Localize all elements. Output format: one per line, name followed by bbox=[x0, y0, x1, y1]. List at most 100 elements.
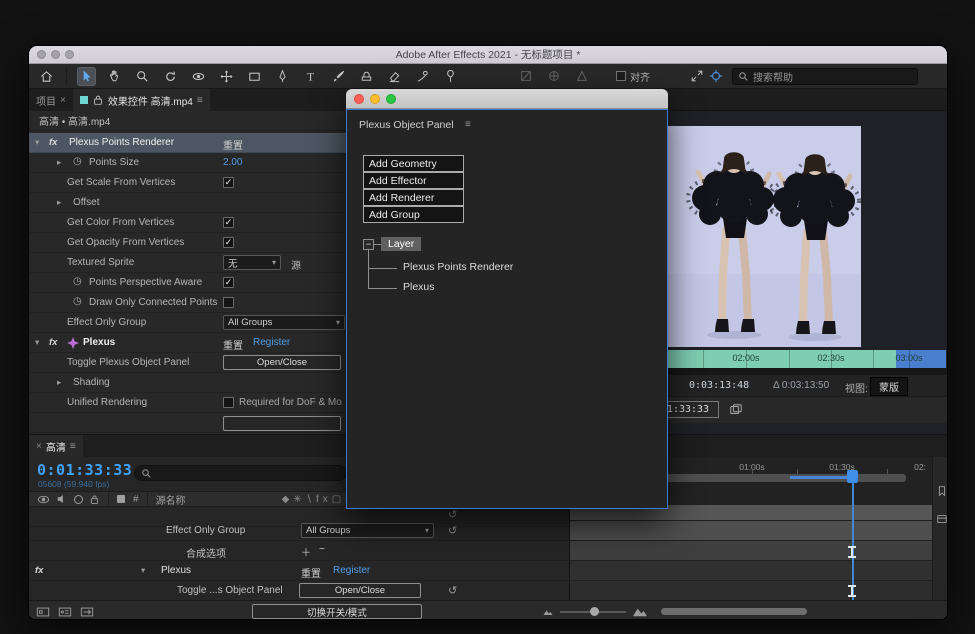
chevron-down-icon[interactable]: ▾ bbox=[35, 137, 39, 148]
checkbox-checked[interactable]: ✓ bbox=[223, 217, 234, 228]
stopwatch-icon[interactable]: ◷ bbox=[73, 276, 82, 287]
timeline-search-input[interactable] bbox=[134, 465, 347, 481]
open-close-button[interactable]: Open/Close bbox=[223, 355, 341, 370]
close-icon[interactable]: × bbox=[60, 95, 66, 106]
track-options-icon[interactable] bbox=[936, 513, 948, 525]
index-column-icon[interactable]: # bbox=[133, 494, 139, 505]
reset-param-icon[interactable]: ↺ bbox=[448, 508, 457, 521]
toggle-view-icon[interactable] bbox=[729, 403, 743, 417]
hand-tool-icon[interactable] bbox=[106, 68, 123, 85]
selection-tool-icon[interactable] bbox=[78, 68, 95, 85]
checkbox-checked[interactable]: ✓ bbox=[223, 237, 234, 248]
tree-collapse-icon[interactable]: − bbox=[363, 239, 374, 250]
register-link[interactable]: Register bbox=[253, 337, 290, 348]
panel-menu-icon[interactable]: ≡ bbox=[465, 119, 471, 130]
pen-tool-icon[interactable] bbox=[274, 68, 291, 85]
playhead-handle[interactable] bbox=[847, 470, 858, 483]
tab-comp-timeline[interactable]: × 高清 ≡ bbox=[29, 435, 83, 457]
track-row[interactable] bbox=[570, 521, 932, 541]
align-checkbox[interactable] bbox=[616, 71, 626, 81]
track-row[interactable] bbox=[570, 581, 932, 601]
chevron-right-icon[interactable]: ▸ bbox=[57, 197, 61, 208]
rotate-tool-icon[interactable] bbox=[162, 68, 179, 85]
chevron-right-icon[interactable]: ▸ bbox=[57, 157, 61, 168]
viewer-current-time[interactable]: 0:03:13:48 bbox=[689, 380, 749, 391]
help-search-input[interactable]: 搜索帮助 bbox=[732, 68, 918, 85]
comp-marker-bin-icon[interactable] bbox=[936, 485, 948, 497]
zoom-in-mountain-icon[interactable] bbox=[632, 604, 647, 619]
add-renderer-button[interactable]: Add Renderer bbox=[363, 189, 464, 206]
float-zoom-button[interactable] bbox=[386, 94, 396, 104]
track-row[interactable] bbox=[570, 561, 932, 581]
puppet-pin-tool-icon[interactable] bbox=[442, 68, 459, 85]
eye-column-icon[interactable] bbox=[37, 493, 50, 506]
effect-only-group-dropdown[interactable]: All Groups ▾ bbox=[223, 315, 345, 330]
panel-menu-icon[interactable]: ≡ bbox=[197, 95, 203, 106]
source-name-column[interactable]: 源名称 bbox=[156, 492, 186, 507]
timeline-current-time[interactable]: 0:01:33:33 bbox=[37, 461, 132, 479]
reset-link[interactable]: 重置 bbox=[223, 137, 243, 152]
timeline-zoom-slider[interactable] bbox=[560, 611, 626, 613]
checkbox-checked[interactable]: ✓ bbox=[223, 177, 234, 188]
fx-badge-icon[interactable]: fx bbox=[49, 137, 57, 148]
lock-column-icon[interactable] bbox=[89, 494, 100, 505]
remove-option-icon[interactable]: − bbox=[319, 544, 325, 555]
shape-tool-icon[interactable] bbox=[246, 68, 263, 85]
float-minimize-button[interactable] bbox=[370, 94, 380, 104]
roto-brush-tool-icon[interactable] bbox=[414, 68, 431, 85]
textured-sprite-dropdown[interactable]: 无 ▾ bbox=[223, 255, 281, 270]
window-zoom-button[interactable] bbox=[65, 50, 74, 59]
stopwatch-icon[interactable]: ◷ bbox=[73, 296, 82, 307]
tab-effect-controls[interactable]: 效果控件 高清.mp4 ≡ bbox=[73, 89, 210, 111]
add-effector-button[interactable]: Add Effector bbox=[363, 172, 464, 189]
workspace-expand-icon[interactable] bbox=[688, 68, 705, 85]
camera-tool-icon[interactable] bbox=[190, 68, 207, 85]
effect-header-plexus[interactable]: ▾ fx Plexus 重置 Register bbox=[29, 333, 348, 353]
stopwatch-icon[interactable]: ◷ bbox=[73, 156, 82, 167]
track-row[interactable] bbox=[570, 541, 932, 561]
align-toggle[interactable]: 对齐 bbox=[616, 69, 650, 84]
fx-badge-icon[interactable]: fx bbox=[35, 565, 43, 576]
search-target-icon[interactable] bbox=[707, 68, 724, 85]
tree-root-layer[interactable]: Layer bbox=[381, 237, 421, 251]
fx-badge-icon[interactable]: fx bbox=[49, 337, 57, 348]
expand-transfer-controls-icon[interactable] bbox=[58, 605, 72, 619]
expand-inout-panes-icon[interactable] bbox=[80, 605, 94, 619]
reset-link[interactable]: 重置 bbox=[223, 337, 243, 352]
brush-tool-icon[interactable] bbox=[330, 68, 347, 85]
register-link[interactable]: Register bbox=[333, 565, 370, 576]
audio-column-icon[interactable] bbox=[56, 493, 68, 505]
tree-node-points-renderer[interactable]: Plexus Points Renderer bbox=[403, 261, 513, 273]
points-size-value[interactable]: 2.00 bbox=[223, 157, 242, 168]
lock-icon[interactable] bbox=[92, 94, 104, 106]
zoom-out-mountain-icon[interactable] bbox=[542, 606, 554, 618]
horizontal-scrollbar[interactable] bbox=[661, 608, 807, 615]
float-close-button[interactable] bbox=[354, 94, 364, 104]
eraser-tool-icon[interactable] bbox=[386, 68, 403, 85]
pan-behind-tool-icon[interactable] bbox=[218, 68, 235, 85]
chevron-down-icon[interactable]: ▾ bbox=[141, 565, 145, 576]
home-icon[interactable] bbox=[38, 68, 55, 85]
label-column-icon[interactable] bbox=[117, 495, 125, 503]
view-mode-dropdown[interactable]: 蒙版 bbox=[870, 377, 908, 396]
clone-stamp-tool-icon[interactable] bbox=[358, 68, 375, 85]
all-groups-dropdown[interactable]: All Groups ▾ bbox=[301, 523, 434, 538]
tree-node-plexus[interactable]: Plexus bbox=[403, 281, 435, 293]
toggle-switches-modes-button[interactable]: 切换开关/模式 bbox=[252, 604, 422, 619]
type-tool-icon[interactable]: T bbox=[302, 68, 319, 85]
add-geometry-button[interactable]: Add Geometry bbox=[363, 155, 464, 172]
close-icon[interactable]: × bbox=[36, 441, 42, 452]
checkbox-unchecked[interactable] bbox=[223, 297, 234, 308]
checkbox-checked[interactable]: ✓ bbox=[223, 277, 234, 288]
add-option-icon[interactable]: ＋ bbox=[301, 544, 311, 559]
open-close-button[interactable]: Open/Close bbox=[299, 583, 421, 598]
expand-layer-switches-icon[interactable] bbox=[36, 605, 50, 619]
zoom-tool-icon[interactable] bbox=[134, 68, 151, 85]
add-group-button[interactable]: Add Group bbox=[363, 206, 464, 223]
panel-menu-icon[interactable]: ≡ bbox=[70, 441, 76, 452]
checkbox-unchecked[interactable] bbox=[223, 397, 234, 408]
window-close-button[interactable] bbox=[37, 50, 46, 59]
effect-header-plexus-points-renderer[interactable]: ▾ fx Plexus Points Renderer 重置 bbox=[29, 133, 348, 153]
solo-column-icon[interactable] bbox=[74, 495, 83, 504]
chevron-down-icon[interactable]: ▾ bbox=[35, 337, 39, 348]
